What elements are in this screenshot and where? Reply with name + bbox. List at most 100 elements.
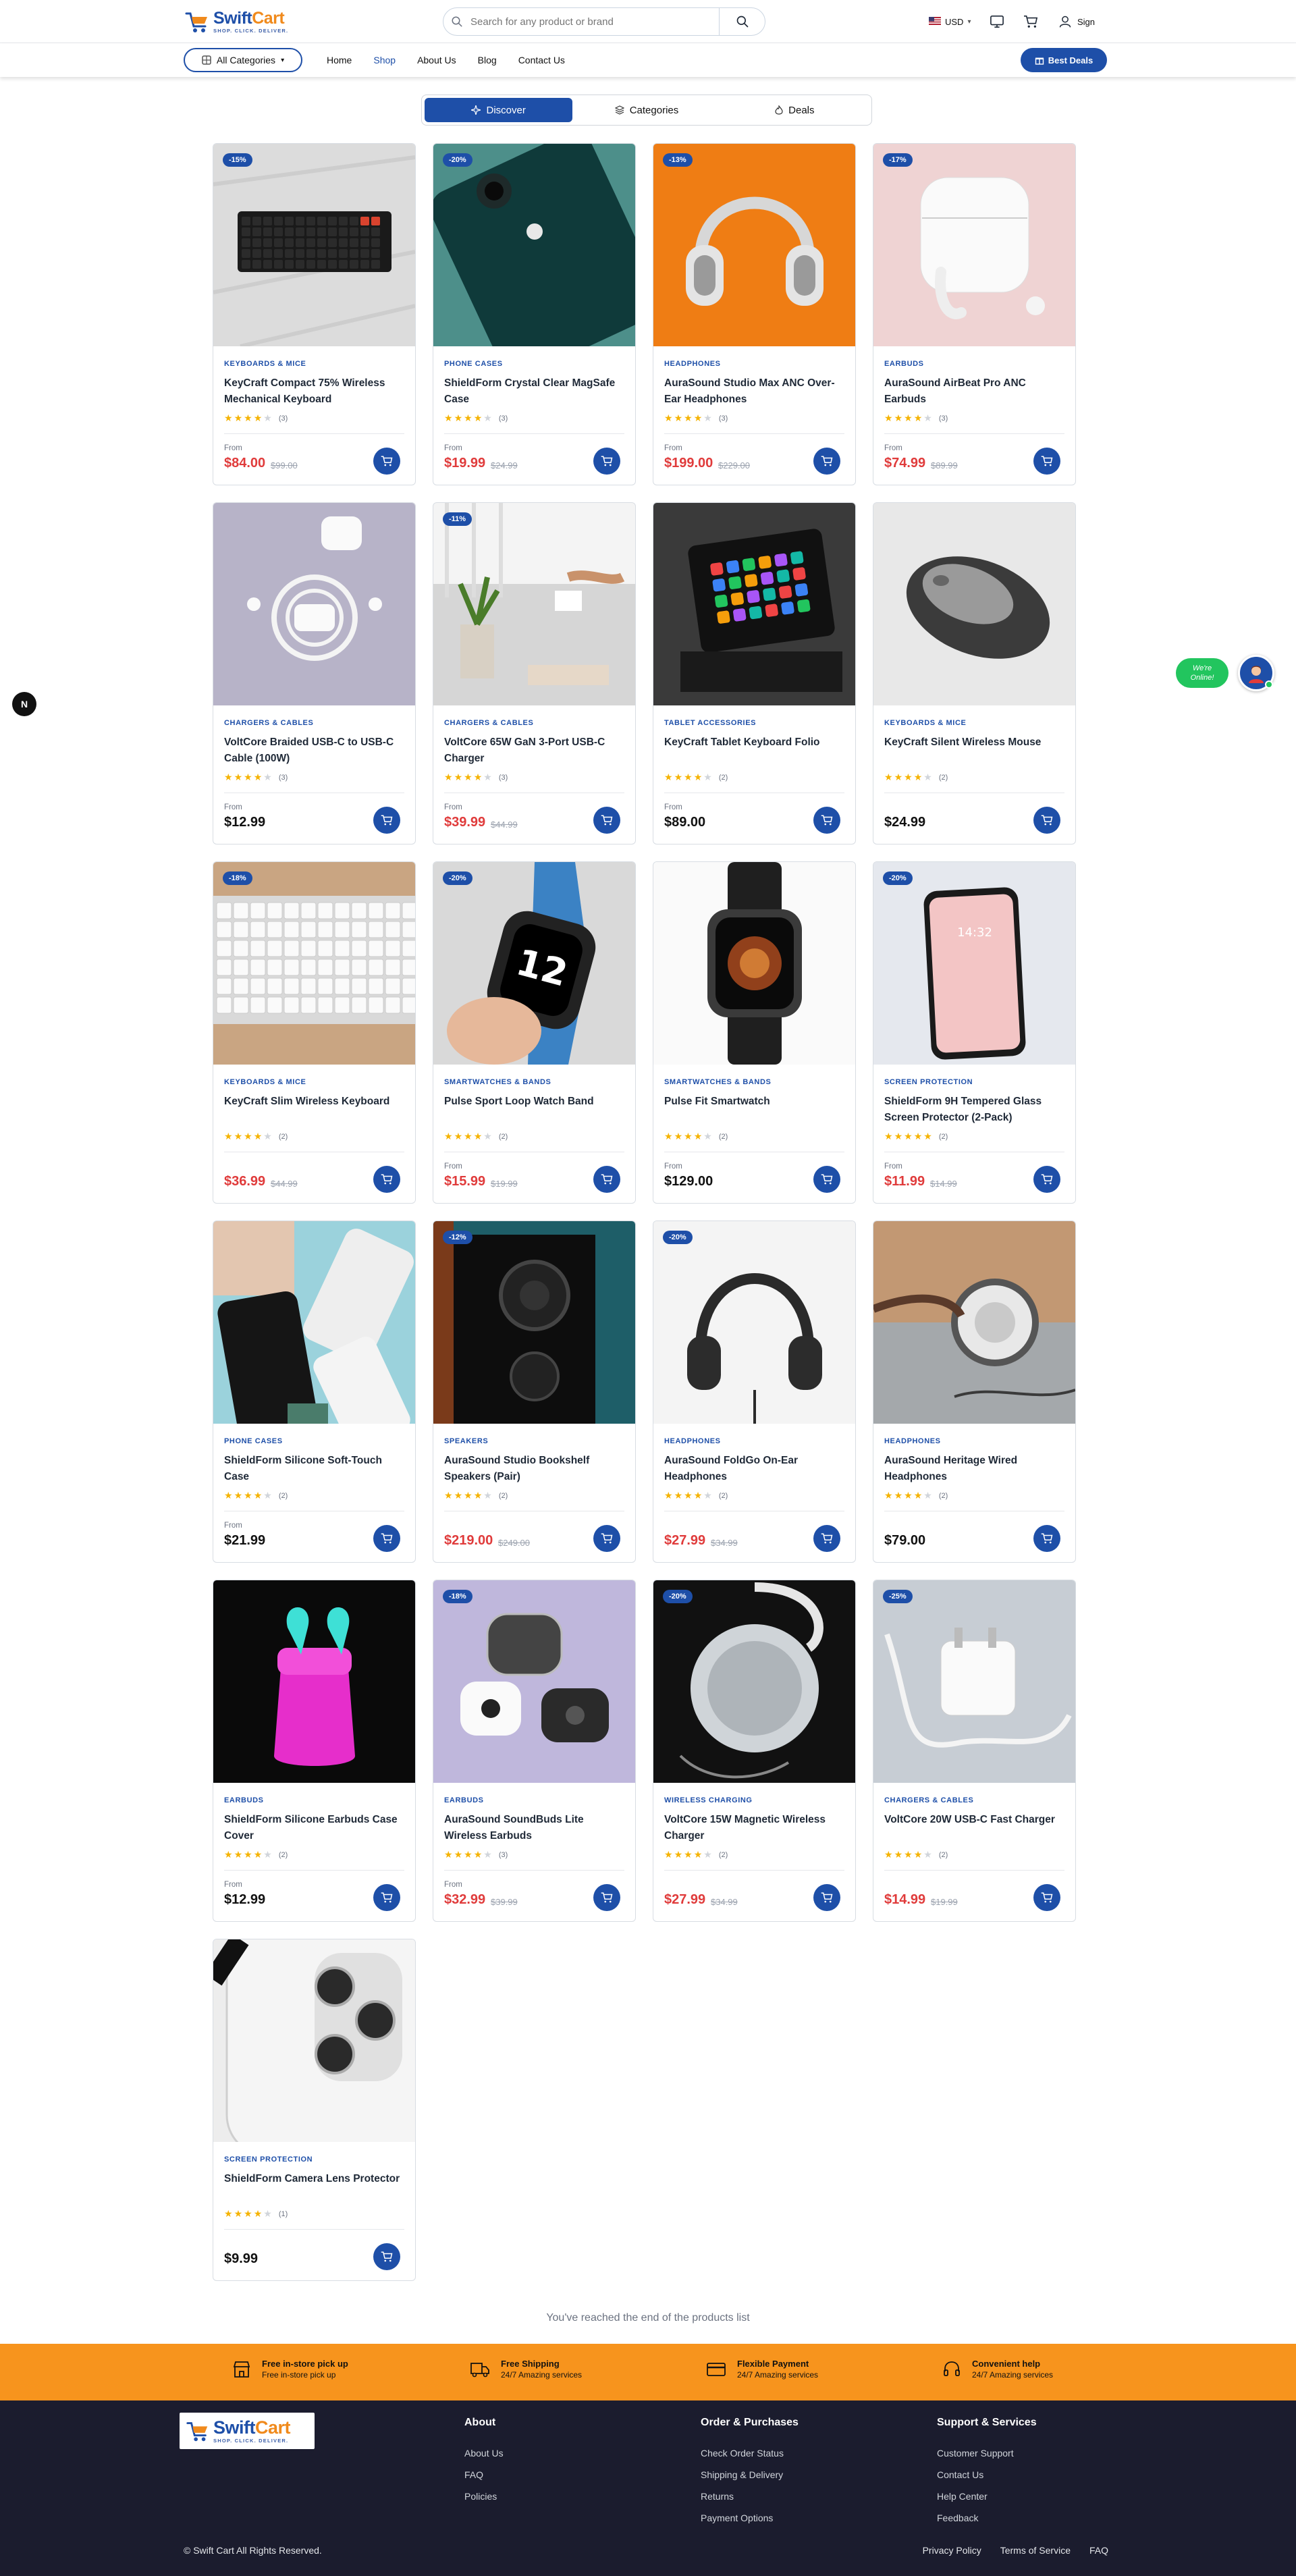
product-category[interactable]: CHARGERS & CABLES [224,719,313,727]
all-categories-button[interactable]: All Categories ▾ [184,48,302,72]
product-name[interactable]: AuraSound FoldGo On-Ear Headphones [664,1453,846,1485]
product-card[interactable]: TABLET ACCESSORIES KeyCraft Tablet Keyboa… [653,502,856,844]
add-to-cart-button[interactable] [373,448,400,475]
product-name[interactable]: VoltCore Braided USB-C to USB-C Cable (1… [224,734,406,767]
footer-link[interactable]: Policies [464,2491,504,2502]
add-to-cart-button[interactable] [813,1884,840,1911]
add-to-cart-button[interactable] [813,1166,840,1193]
product-image[interactable] [873,503,1075,705]
nav-about-us[interactable]: About Us [417,55,456,65]
product-card[interactable]: SMARTWATCHES & BANDS Pulse Fit Smartwatch… [653,861,856,1204]
product-image[interactable] [653,144,855,346]
footer-link[interactable]: Returns [701,2491,799,2502]
cart-button[interactable] [1023,12,1038,31]
product-category[interactable]: HEADPHONES [664,1437,721,1445]
product-image[interactable] [873,144,1075,346]
product-name[interactable]: ShieldForm Silicone Soft-Touch Case [224,1453,406,1485]
tab-categories[interactable]: Categories [572,98,720,122]
add-to-cart-button[interactable] [813,448,840,475]
product-name[interactable]: AuraSound AirBeat Pro ANC Earbuds [884,375,1066,408]
product-name[interactable]: ShieldForm Crystal Clear MagSafe Case [444,375,626,408]
product-name[interactable]: Pulse Fit Smartwatch [664,1094,846,1110]
product-card[interactable]: -25% CHARGERS & CABLES VoltCore 20W USB-C … [873,1580,1076,1922]
add-to-cart-button[interactable] [593,1884,620,1911]
product-image[interactable] [433,1221,635,1424]
product-category[interactable]: SPEAKERS [444,1437,488,1445]
product-image[interactable] [873,1221,1075,1424]
search-input[interactable] [470,16,719,28]
nav-home[interactable]: Home [327,55,352,65]
product-card[interactable]: SCREEN PROTECTION ShieldForm Camera Lens … [213,1939,416,2281]
product-name[interactable]: VoltCore 20W USB-C Fast Charger [884,1812,1066,1828]
add-to-cart-button[interactable] [373,1525,400,1552]
floating-badge[interactable]: N [12,692,36,716]
product-card[interactable]: -18% EARBUDS AuraSound SoundBuds Lite Wire… [433,1580,636,1922]
chat-avatar[interactable] [1238,655,1274,691]
product-category[interactable]: KEYBOARDS & MICE [224,1078,306,1086]
add-to-cart-button[interactable] [593,807,620,834]
product-category[interactable]: HEADPHONES [884,1437,941,1445]
product-category[interactable]: PHONE CASES [444,360,503,368]
product-category[interactable]: CHARGERS & CABLES [444,719,533,727]
best-deals-button[interactable]: Best Deals [1021,48,1107,72]
product-card[interactable]: -18% KEYBOARDS & MICE KeyCraft Slim Wirele… [213,861,416,1204]
product-category[interactable]: SCREEN PROTECTION [224,2155,313,2164]
nav-contact-us[interactable]: Contact Us [518,55,565,65]
privacy-policy-link[interactable]: Privacy Policy [923,2545,981,2556]
product-name[interactable]: VoltCore 65W GaN 3-Port USB-C Charger [444,734,626,767]
product-card[interactable]: CHARGERS & CABLES VoltCore Braided USB-C … [213,502,416,844]
product-image[interactable] [433,503,635,705]
add-to-cart-button[interactable] [813,807,840,834]
product-image[interactable]: 12 [433,862,635,1065]
footer-link[interactable]: Check Order Status [701,2448,799,2459]
product-name[interactable]: KeyCraft Silent Wireless Mouse [884,734,1066,751]
product-category[interactable]: EARBUDS [884,360,924,368]
footer-link[interactable]: Help Center [937,2491,1037,2502]
product-name[interactable]: VoltCore 15W Magnetic Wireless Charger [664,1812,846,1844]
product-name[interactable]: AuraSound Heritage Wired Headphones [884,1453,1066,1485]
product-name[interactable]: ShieldForm Camera Lens Protector [224,2171,406,2187]
product-card[interactable]: -13% HEADPHONES AuraSound Studio Max ANC O… [653,143,856,485]
product-card[interactable]: -20% HEADPHONES AuraSound FoldGo On-Ear He… [653,1220,856,1563]
sign-in-button[interactable]: Sign [1058,12,1095,31]
add-to-cart-button[interactable] [593,448,620,475]
footer-link[interactable]: Feedback [937,2513,1037,2523]
product-card[interactable]: -15% KEYBOARDS & MICE KeyCraft Compact 75%… [213,143,416,485]
footer-link[interactable]: Payment Options [701,2513,799,2523]
product-name[interactable]: AuraSound SoundBuds Lite Wireless Earbud… [444,1812,626,1844]
compare-button[interactable] [990,12,1004,31]
product-name[interactable]: KeyCraft Compact 75% Wireless Mechanical… [224,375,406,408]
product-card[interactable]: EARBUDS ShieldForm Silicone Earbuds Case … [213,1580,416,1922]
add-to-cart-button[interactable] [373,1166,400,1193]
product-image[interactable] [213,503,415,705]
product-category[interactable]: TABLET ACCESSORIES [664,719,756,727]
product-card[interactable]: -12% SPEAKERS AuraSound Studio Bookshelf S… [433,1220,636,1563]
product-name[interactable]: KeyCraft Slim Wireless Keyboard [224,1094,406,1110]
product-image[interactable] [653,1221,855,1424]
product-card[interactable]: KEYBOARDS & MICE KeyCraft Silent Wireless… [873,502,1076,844]
product-category[interactable]: KEYBOARDS & MICE [884,719,966,727]
add-to-cart-button[interactable] [593,1166,620,1193]
product-category[interactable]: EARBUDS [224,1796,264,1804]
add-to-cart-button[interactable] [1033,807,1060,834]
product-image[interactable]: 14:32 [873,862,1075,1065]
product-card[interactable]: HEADPHONES AuraSound Heritage Wired Headp… [873,1220,1076,1563]
tab-deals[interactable]: Deals [721,98,869,122]
product-name[interactable]: Pulse Sport Loop Watch Band [444,1094,626,1110]
add-to-cart-button[interactable] [593,1525,620,1552]
product-card[interactable]: -17% EARBUDS AuraSound AirBeat Pro ANC Ear… [873,143,1076,485]
product-name[interactable]: ShieldForm Silicone Earbuds Case Cover [224,1812,406,1844]
product-name[interactable]: KeyCraft Tablet Keyboard Folio [664,734,846,751]
product-image[interactable] [653,862,855,1065]
terms-link[interactable]: Terms of Service [1000,2545,1071,2556]
product-category[interactable]: EARBUDS [444,1796,484,1804]
footer-link[interactable]: Contact Us [937,2469,1037,2480]
footer-logo[interactable]: SwiftCart SHOP. CLICK. DELIVER. [180,2413,315,2449]
product-image[interactable] [433,144,635,346]
add-to-cart-button[interactable] [1033,1525,1060,1552]
product-card[interactable]: PHONE CASES ShieldForm Silicone Soft-Touc… [213,1220,416,1563]
footer-link[interactable]: Shipping & Delivery [701,2469,799,2480]
product-image[interactable] [213,1939,415,2142]
product-name[interactable]: ShieldForm 9H Tempered Glass Screen Prot… [884,1094,1066,1126]
product-card[interactable]: -20% PHONE CASES ShieldForm Crystal Clear … [433,143,636,485]
